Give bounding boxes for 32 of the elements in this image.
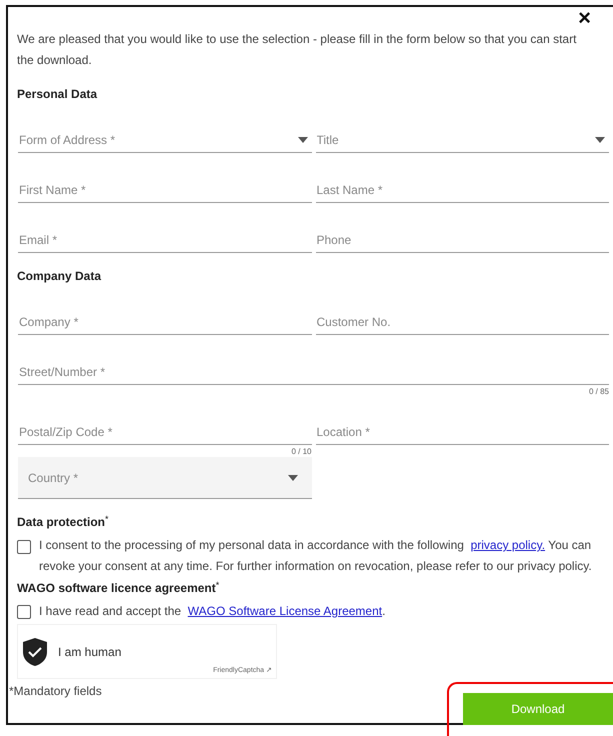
agreement-link[interactable]: WAGO Software License Agreement: [188, 604, 382, 618]
mandatory-note: *Mandatory fields: [9, 683, 103, 700]
consent-heading: WAGO software licence agreement$^{*}$: [17, 579, 220, 597]
input-field[interactable]: Phone: [316, 227, 609, 253]
dropdown-field[interactable]: Title: [316, 127, 609, 153]
shield-check-icon: [22, 636, 48, 666]
consent-heading: Data protection$^{*}$: [17, 513, 110, 531]
input-field[interactable]: First Name *: [18, 177, 312, 203]
caret-icon: [595, 137, 605, 143]
input-field[interactable]: Company *: [18, 309, 312, 335]
input-field[interactable]: Postal/Zip Code *: [18, 419, 312, 445]
close-button[interactable]: ×: [576, 7, 593, 29]
consent-text: I have read and accept the WAGO Software License Agreement.: [39, 603, 386, 620]
input-field[interactable]: Customer No.: [316, 309, 609, 335]
consent-text: I consent to the processing of my personal data in accordance with the following privacy policy. You can revoke your consent at any time. For further information on revocation, please refer to our privacy policy.: [39, 537, 593, 575]
caret-icon: [288, 475, 298, 481]
character-counter: 0 / 85: [588, 388, 609, 396]
dropdown-field[interactable]: Form of Address *: [18, 127, 312, 153]
checkbox[interactable]: [17, 605, 31, 619]
section-heading: Company Data: [17, 268, 102, 285]
character-counter: 0 / 10: [291, 448, 312, 456]
intro-text: We are pleased that you would like to use the selection - please fill in the form below so that you can start the download.: [17, 31, 578, 69]
input-field[interactable]: Street/Number *: [18, 359, 609, 385]
input-field[interactable]: Last Name *: [316, 177, 609, 203]
dropdown-field[interactable]: Country *: [18, 457, 312, 499]
checkbox[interactable]: [17, 540, 31, 554]
caret-icon: [298, 137, 308, 143]
captcha-label: I am human: [58, 644, 122, 660]
input-field[interactable]: Email *: [18, 227, 312, 253]
privacy-link[interactable]: privacy policy.: [470, 538, 546, 552]
section-heading: Personal Data: [17, 86, 98, 103]
input-field[interactable]: Location *: [316, 419, 609, 445]
